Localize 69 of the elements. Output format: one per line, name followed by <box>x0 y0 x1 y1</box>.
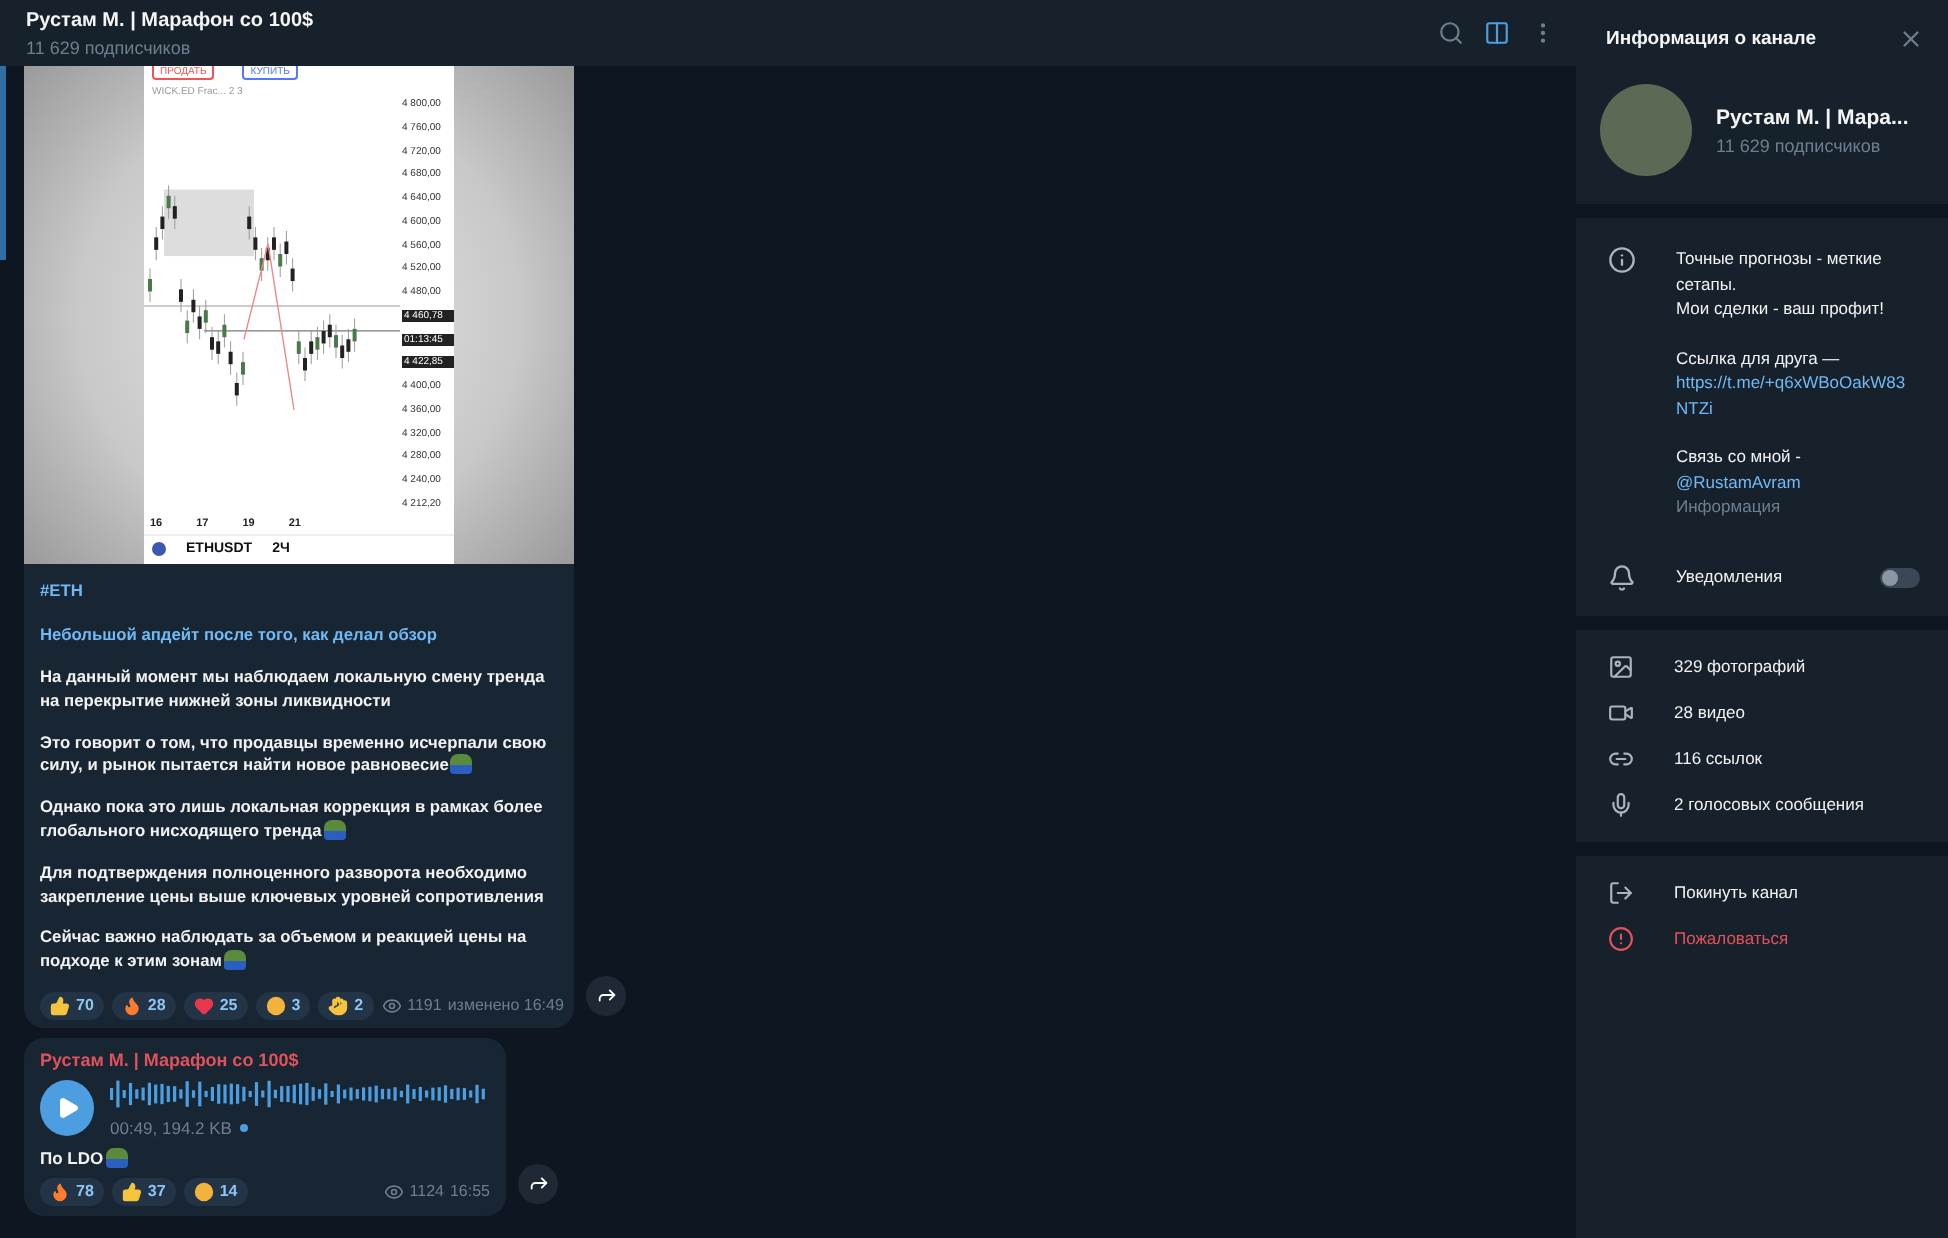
alert-icon <box>1608 925 1634 951</box>
flame-icon <box>50 1181 70 1202</box>
panel-action[interactable]: Пожаловаться <box>1576 915 1948 961</box>
forward-arrow-icon <box>527 1172 549 1195</box>
subscriber-count: 11 629 подписчиков <box>26 37 193 57</box>
zone-rectangle <box>164 189 254 257</box>
message-paragraph: Однако пока это лишь локальная коррекция в рамках более глобального нисходящего тренда <box>40 796 545 844</box>
hashtag-link[interactable]: #ETH <box>40 578 558 602</box>
microphone-icon <box>1608 791 1634 817</box>
close-icon[interactable] <box>1898 26 1924 52</box>
contact-label: Связь со мной - <box>1676 444 1803 469</box>
flame-icon <box>121 995 142 1016</box>
info-icon <box>1608 246 1636 274</box>
subscriber-count: 11 629 подписчиков <box>1716 135 1883 155</box>
image-icon <box>1608 653 1634 679</box>
chat-title: Рустам М. | Марафон со 100$ <box>26 9 316 31</box>
sidebar-toggle-icon[interactable] <box>1484 20 1510 46</box>
hand-icon <box>328 995 349 1016</box>
panel-action[interactable]: Покинуть канал <box>1576 869 1948 915</box>
coin-icon <box>152 542 166 556</box>
reaction-chip[interactable]: 14 <box>183 1177 248 1206</box>
description-text: Мои сделки - ваш профит! <box>1676 296 1887 321</box>
play-icon <box>55 1095 79 1120</box>
panel-title: Информация о канале <box>1606 28 1816 50</box>
headline-link[interactable]: Небольшой апдейт после того, как делал обзор <box>40 622 558 646</box>
media-item[interactable]: 2 голосовых сообщения <box>1576 781 1948 827</box>
share-button[interactable] <box>518 1163 558 1204</box>
reaction-chip[interactable]: 28 <box>111 991 176 1020</box>
view-count: 1191 <box>407 996 442 1015</box>
message-paragraph: Для подтверждения полноценного разворота необходимо закрепление цены выше ключевых уровней сопротивления <box>40 861 546 909</box>
avatar-photo-placeholder <box>1600 84 1692 176</box>
reaction-chip[interactable]: 25 <box>183 991 248 1020</box>
message-paragraph: Это говорит о том, что продавцы временно исчерпали свою силу, и рынок пытается найти новое равновесие <box>40 731 549 779</box>
author-name: Рустам М. | Марафон со 100$ <box>40 1049 301 1070</box>
notifications-toggle[interactable] <box>1880 567 1920 587</box>
search-icon[interactable] <box>1438 20 1464 46</box>
play-button[interactable] <box>40 1079 94 1136</box>
bell-icon <box>1608 563 1636 591</box>
voice-meta: 00:49, 194.2 KB <box>110 1117 232 1138</box>
reaction-chip[interactable]: 78 <box>40 1177 104 1206</box>
message-paragraph: На данный момент мы наблюдаем локальную смену тренда на перекрытие нижней зоны ликвидности <box>40 666 547 714</box>
notifications-label: Уведомления <box>1676 564 1783 590</box>
message-paragraph: Сейчас важно наблюдать за объемом и реакцией цены на подходе к этим зонам <box>40 926 529 974</box>
reaction-chip[interactable]: 70 <box>40 991 104 1020</box>
forward-arrow-icon <box>595 984 617 1007</box>
media-item[interactable]: 28 видео <box>1576 689 1948 735</box>
channel-name: Рустам М. | Мара... <box>1716 105 1911 129</box>
video-icon <box>1608 699 1634 725</box>
heart-icon <box>193 995 214 1016</box>
eye-icon <box>381 995 402 1016</box>
thumbs-up-icon <box>121 1181 142 1202</box>
message-time: изменено 16:49 <box>447 996 564 1015</box>
info-caption: Информация <box>1676 494 1783 519</box>
share-button[interactable] <box>586 975 626 1016</box>
thumbs-up-icon <box>50 995 70 1016</box>
eye-icon <box>383 1181 404 1202</box>
media-item[interactable]: 116 ссылок <box>1576 735 1948 781</box>
reaction-chip[interactable]: 2 <box>318 991 374 1020</box>
link-label: Ссылка для друга — <box>1676 345 1842 370</box>
contact-link[interactable]: @RustamAvram <box>1676 469 1916 494</box>
reaction-chip[interactable]: 3 <box>255 991 311 1020</box>
description-text: Точные прогнозы - меткие сетапы. <box>1676 246 1884 296</box>
view-count: 1124 <box>409 1182 444 1201</box>
reaction-chip[interactable]: 37 <box>111 1177 176 1206</box>
exit-icon <box>1608 879 1634 905</box>
message-time: 16:55 <box>449 1182 490 1201</box>
invite-link[interactable]: https://t.me/+q6xWBoOakW83NTZi <box>1676 370 1916 420</box>
voice-caption: По LDO <box>40 1147 490 1168</box>
media-item[interactable]: 329 фотографий <box>1576 643 1948 689</box>
